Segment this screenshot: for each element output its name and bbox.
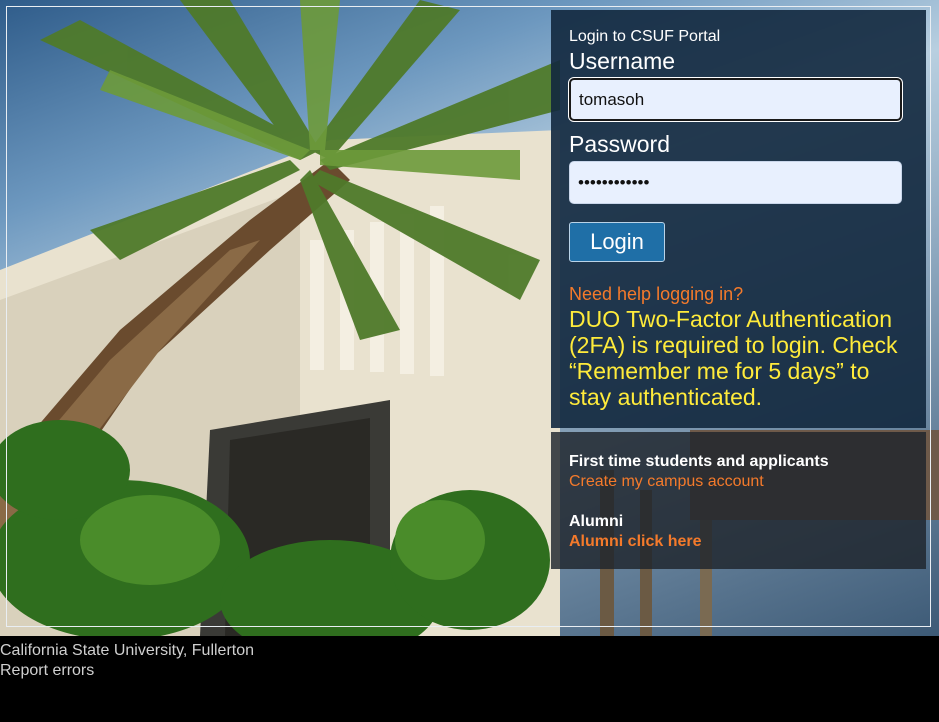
login-panel: Login to CSUF Portal Username Password L… [551,10,926,428]
password-label: Password [569,131,670,157]
report-errors-link[interactable]: Report errors [0,661,254,681]
create-account-link[interactable]: Create my campus account [569,472,908,492]
secondary-links-panel: First time students and applicants Creat… [551,432,926,569]
login-heading: Login to CSUF Portal [569,28,721,45]
username-input[interactable] [569,78,902,121]
need-help-link[interactable]: Need help logging in? [569,284,908,304]
alumni-link[interactable]: Alumni click here [569,532,908,552]
duo-2fa-notice: DUO Two-Factor Authentication (2FA) is r… [569,306,898,410]
login-button[interactable]: Login [569,222,665,262]
password-input[interactable] [569,161,902,204]
username-label: Username [569,48,676,74]
first-time-heading: First time students and applicants [569,453,829,470]
alumni-heading: Alumni [569,513,624,530]
university-name: California State University, Fullerton [0,642,255,659]
page-footer: California State University, Fullerton R… [0,641,254,681]
